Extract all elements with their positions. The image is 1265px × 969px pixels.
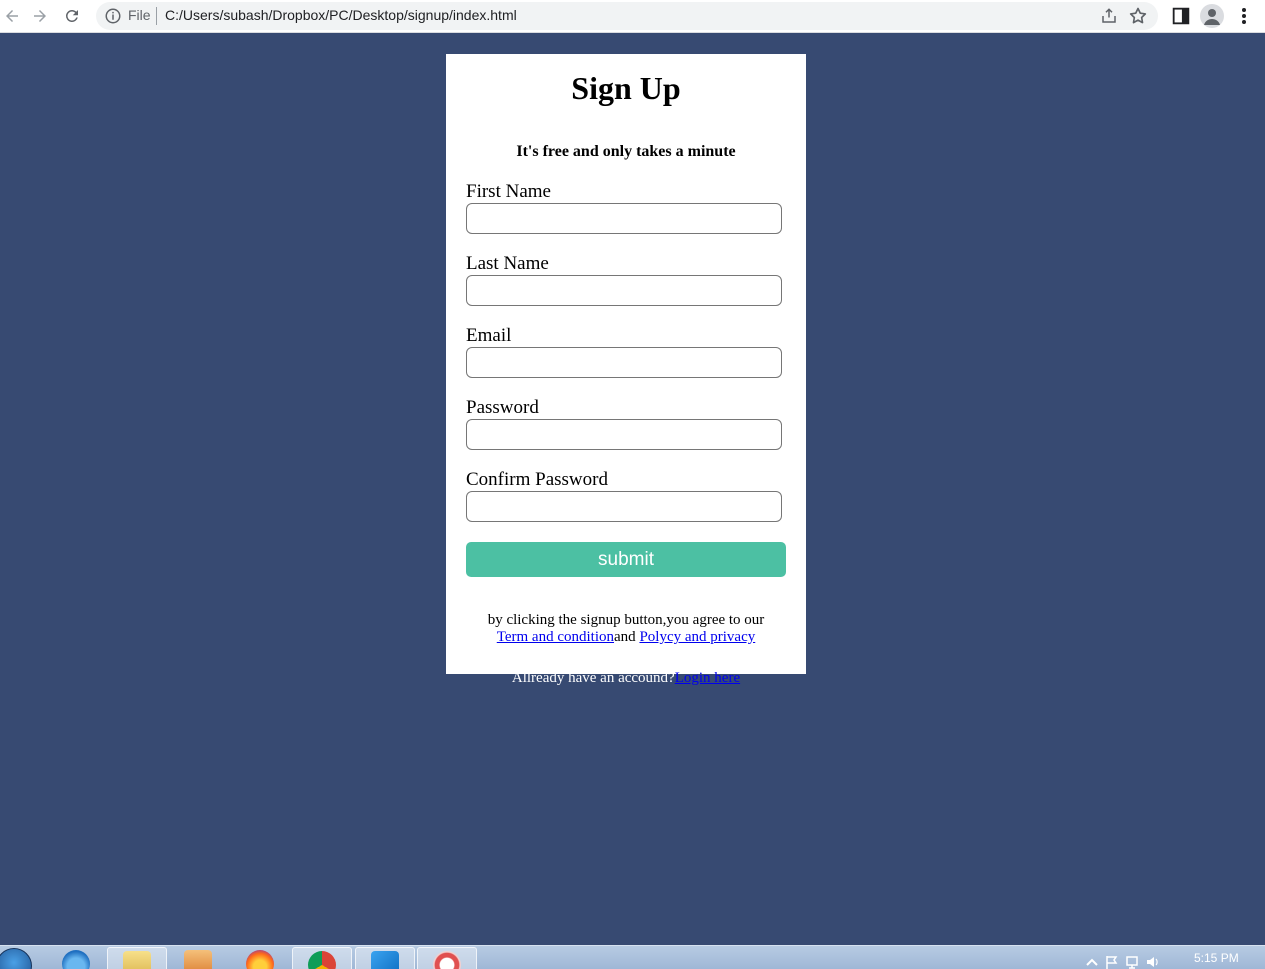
share-icon[interactable] [1100, 7, 1118, 25]
system-clock[interactable]: 5:15 PM [1194, 951, 1239, 965]
taskbar-item-vscode[interactable] [355, 947, 415, 969]
page-title: Sign Up [571, 70, 681, 106]
subtitle: It's free and only takes a minute [516, 143, 736, 160]
login-prompt: Allready have an accound?Login here [446, 670, 806, 687]
internet-explorer-icon [62, 950, 90, 969]
taskbar-item-internet-explorer[interactable] [46, 947, 106, 969]
snipping-tool-icon [433, 951, 461, 969]
password-label: Password [466, 397, 539, 418]
firefox-icon [246, 950, 274, 969]
vscode-icon [371, 951, 399, 969]
signup-card: Sign Up It's free and only takes a minut… [446, 54, 806, 674]
privacy-link[interactable]: Polycy and privacy [639, 629, 755, 645]
person-icon [1204, 9, 1220, 25]
network-icon[interactable] [1125, 954, 1139, 969]
more-menu-icon[interactable] [1234, 5, 1254, 27]
folder-icon [123, 951, 151, 969]
chevron-up-icon[interactable] [1085, 954, 1099, 969]
url-text[interactable]: C:/Users/subash/Dropbox/PC/Desktop/signu… [165, 7, 517, 23]
info-icon[interactable] [104, 7, 122, 25]
side-panel-icon[interactable] [1170, 5, 1192, 27]
reload-icon [65, 9, 78, 22]
system-tray [1085, 954, 1159, 969]
browser-toolbar: File C:/Users/subash/Dropbox/PC/Desktop/… [0, 0, 1265, 33]
taskbar-item-firefox[interactable] [230, 947, 290, 969]
taskbar-item-file-explorer[interactable] [107, 947, 167, 969]
taskbar-item-chrome[interactable] [292, 947, 352, 969]
flag-icon[interactable] [1105, 954, 1119, 969]
terms-and-text: and [614, 629, 636, 645]
terms-notice: by clicking the signup button,you agree … [446, 612, 806, 646]
volume-icon[interactable] [1145, 954, 1159, 969]
arrow-left-icon [6, 10, 18, 22]
taskbar-item-media-player[interactable] [168, 947, 228, 969]
taskbar-item-snipping-tool[interactable] [417, 947, 477, 969]
last-name-input[interactable] [466, 275, 782, 306]
chrome-icon [308, 951, 336, 969]
login-prompt-text: Allready have an accound? [511, 670, 675, 686]
password-input[interactable] [466, 419, 782, 450]
last-name-label: Last Name [466, 253, 549, 274]
taskbar: 5:15 PM [0, 945, 1265, 969]
address-separator [156, 7, 157, 25]
scheme-label: File [128, 7, 151, 23]
start-button[interactable] [0, 948, 32, 969]
terms-text: by clicking the signup button,you agree … [487, 612, 765, 628]
media-player-icon [184, 950, 212, 969]
address-bar[interactable]: File C:/Users/subash/Dropbox/PC/Desktop/… [96, 2, 1158, 30]
reload-button[interactable] [60, 4, 84, 28]
profile-avatar[interactable] [1200, 4, 1224, 28]
confirm-password-label: Confirm Password [466, 469, 608, 490]
first-name-input[interactable] [466, 203, 782, 234]
email-label: Email [466, 325, 512, 346]
email-input[interactable] [466, 347, 782, 378]
submit-button[interactable]: submit [466, 542, 786, 577]
first-name-label: First Name [466, 181, 551, 202]
arrow-right-icon [34, 10, 46, 22]
terms-link[interactable]: Term and condition [497, 629, 614, 645]
star-icon[interactable] [1128, 6, 1148, 26]
forward-button[interactable] [28, 4, 52, 28]
back-button[interactable] [0, 4, 24, 28]
confirm-password-input[interactable] [466, 491, 782, 522]
login-link[interactable]: Login here [675, 670, 740, 686]
